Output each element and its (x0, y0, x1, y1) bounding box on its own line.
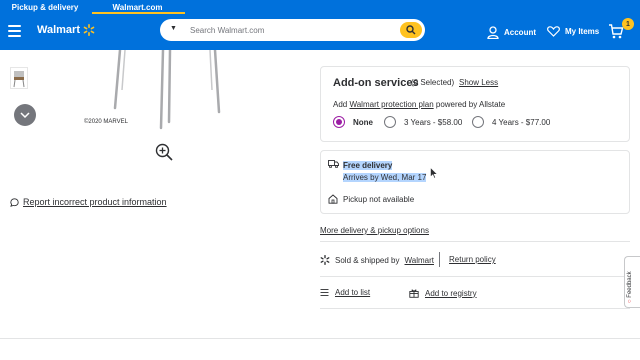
divider (320, 241, 630, 242)
return-policy-link[interactable]: Return policy (449, 255, 496, 264)
more-delivery-options-link[interactable]: More delivery & pickup options (320, 226, 429, 235)
radio-circle (384, 116, 396, 128)
sold-by-prefix: Sold & shipped by (335, 255, 400, 265)
feedback-icon: ○ (627, 297, 633, 303)
feedback-tab[interactable]: ○ Feedback (624, 256, 640, 308)
divider (0, 338, 640, 339)
list-icon (320, 289, 329, 296)
add-to-registry-button[interactable]: Add to registry (409, 288, 477, 298)
heart-icon (547, 26, 560, 37)
delivery-options-card: Free delivery Arrives by Wed, Mar 17 Pic… (320, 150, 630, 214)
radio-circle (333, 116, 345, 128)
sold-and-shipped-info: Sold & shipped by Walmart (320, 255, 434, 265)
divider (320, 276, 630, 277)
spark-icon (83, 24, 95, 36)
gift-icon (409, 289, 419, 298)
logo-text: Walmart (37, 24, 80, 36)
search-button[interactable] (400, 22, 422, 38)
report-link-label: Report incorrect product information (23, 197, 167, 207)
comment-icon (10, 197, 19, 207)
mouse-cursor-icon (430, 167, 438, 179)
separator (439, 252, 440, 267)
my-items-button[interactable]: My Items (547, 26, 599, 37)
report-incorrect-info-link[interactable]: Report incorrect product information (10, 197, 167, 207)
search-input[interactable] (190, 22, 390, 38)
user-icon (487, 26, 499, 39)
addon-title: Add-on services (333, 77, 419, 89)
feedback-label: ○ Feedback (627, 271, 633, 303)
divider (320, 308, 630, 309)
chair-thumbnail-icon (13, 71, 25, 88)
store-icon (328, 194, 338, 204)
tab-pickup-delivery[interactable]: Pickup & delivery (0, 0, 90, 14)
chevron-down-icon (20, 112, 30, 118)
add-to-registry-label: Add to registry (425, 288, 477, 298)
menu-icon[interactable] (8, 25, 21, 37)
radio-3-years[interactable]: 3 Years - $58.00 (384, 116, 462, 128)
site-header: Walmart ▼ Account (0, 14, 640, 50)
radio-none[interactable]: None (333, 116, 373, 128)
top-tabs: Pickup & delivery Walmart.com (0, 0, 640, 14)
account-button[interactable]: Account (487, 26, 536, 39)
arrival-date: Arrives by Wed, Mar 17 (343, 173, 427, 182)
radio-circle (472, 116, 484, 128)
show-less-link[interactable]: Show Less (459, 78, 498, 87)
addon-selected-count: (0 Selected) (411, 78, 455, 87)
walmart-logo[interactable]: Walmart (37, 24, 95, 36)
radio-label: 3 Years - $58.00 (404, 117, 463, 127)
radio-4-years[interactable]: 4 Years - $77.00 (472, 116, 550, 128)
thumbnail-scroll-down-button[interactable] (14, 104, 36, 126)
desc-prefix: Add (333, 100, 350, 109)
free-delivery-label: Free delivery (343, 161, 393, 170)
desc-suffix: powered by Allstate (433, 100, 506, 109)
spark-icon (320, 255, 330, 265)
cart-count-badge: 1 (622, 18, 634, 30)
add-to-list-label: Add to list (335, 288, 371, 297)
my-items-label: My Items (565, 27, 600, 36)
product-thumbnail[interactable] (10, 67, 28, 89)
feedback-text: Feedback (627, 271, 633, 298)
protection-plan-link[interactable]: Walmart protection plan (349, 100, 433, 109)
image-copyright: ©2020 MARVEL (84, 119, 129, 125)
addon-services-card: Add-on services (0 Selected) Show Less A… (320, 66, 630, 142)
seller-link[interactable]: Walmart (405, 256, 434, 265)
truck-icon (328, 160, 339, 168)
protection-plan-description: Add Walmart protection plan powered by A… (333, 100, 505, 109)
department-dropdown-icon[interactable]: ▼ (170, 25, 180, 35)
search-bar: ▼ (160, 19, 425, 41)
account-label: Account (504, 28, 536, 37)
radio-label: None (353, 117, 373, 127)
add-to-list-button[interactable]: Add to list (320, 288, 370, 297)
search-icon (406, 25, 416, 35)
pickup-availability: Pickup not available (343, 195, 415, 204)
zoom-in-icon[interactable] (155, 143, 173, 161)
radio-label: 4 Years - $77.00 (492, 117, 551, 127)
